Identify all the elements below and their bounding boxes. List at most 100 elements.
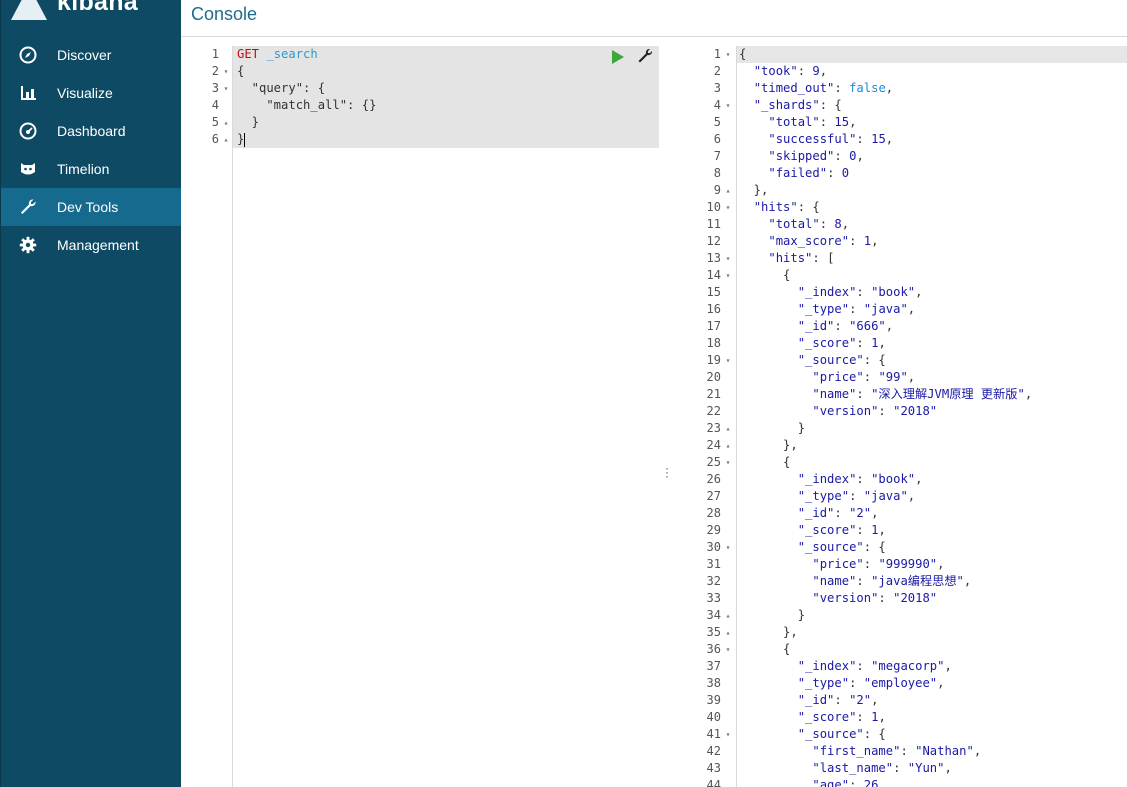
- code-line[interactable]: 3 "timed_out": false,: [675, 80, 1127, 97]
- fold-toggle-icon[interactable]: ▾: [722, 454, 734, 471]
- send-request-button[interactable]: [612, 50, 624, 64]
- code-line[interactable]: 30 ▾ "_source": {: [675, 539, 1127, 556]
- code-line[interactable]: 13 ▾ "hits": [: [675, 250, 1127, 267]
- code-line[interactable]: 1 ▾ {: [675, 46, 1127, 63]
- code-line[interactable]: 40 "_score": 1,: [675, 709, 1127, 726]
- code-line[interactable]: 41 ▾ "_source": {: [675, 726, 1127, 743]
- code-line[interactable]: 42 "first_name": "Nathan",: [675, 743, 1127, 760]
- sidebar-item-label: Timelion: [57, 161, 110, 177]
- response-editor[interactable]: 1 ▾{2 "took": 9, 3 "timed_out": false, 4 ▾ "…: [675, 46, 1127, 787]
- fold-toggle-icon[interactable]: ▾: [220, 63, 232, 80]
- code-line[interactable]: 10 ▾ "hits": {: [675, 199, 1127, 216]
- sidebar-item-dashboard[interactable]: Dashboard: [1, 112, 182, 150]
- code-line[interactable]: 19 ▾ "_source": {: [675, 352, 1127, 369]
- line-number: 14: [706, 268, 721, 282]
- code-text: "_source": {: [797, 353, 886, 367]
- sidebar-item-label: Management: [57, 237, 139, 253]
- kibana-logo[interactable]: kibana: [1, 0, 182, 22]
- code-line[interactable]: 18 "_score": 1,: [675, 335, 1127, 352]
- fold-toggle-icon[interactable]: ▴: [220, 131, 232, 148]
- code-line[interactable]: 15 "_index": "book",: [675, 284, 1127, 301]
- sidebar-item-management[interactable]: Management: [1, 226, 182, 264]
- request-actions-wrench-icon[interactable]: [637, 48, 653, 64]
- code-line[interactable]: 1 GET _search: [191, 46, 659, 63]
- code-line[interactable]: 44 "age": 26: [675, 777, 1127, 787]
- code-line[interactable]: 32 "name": "java编程思想",: [675, 573, 1127, 590]
- fold-toggle-icon[interactable]: ▾: [722, 46, 734, 63]
- request-editor[interactable]: 1 GET _search 2 ▾{3 ▾ "query": {4 "match_all…: [191, 46, 659, 787]
- code-line[interactable]: 39 "_id": "2",: [675, 692, 1127, 709]
- code-line[interactable]: 38 "_type": "employee",: [675, 675, 1127, 692]
- request-code-lines[interactable]: 1 GET _search 2 ▾{3 ▾ "query": {4 "match_all…: [191, 46, 659, 148]
- code-line[interactable]: 34 ▴ }: [675, 607, 1127, 624]
- gear-icon: [1, 236, 57, 254]
- line-number: 12: [706, 234, 721, 248]
- code-line[interactable]: 31 "price": "999990",: [675, 556, 1127, 573]
- code-text: "max_score": 1,: [768, 234, 879, 248]
- code-line[interactable]: 6 ▴}: [191, 131, 659, 148]
- code-line[interactable]: 2 ▾ {: [191, 63, 659, 80]
- fold-toggle-icon[interactable]: ▴: [722, 182, 734, 199]
- code-line[interactable]: 6 "successful": 15,: [675, 131, 1127, 148]
- line-number: 5: [713, 115, 721, 129]
- fold-toggle-icon[interactable]: ▾: [220, 80, 232, 97]
- code-line[interactable]: 20 "price": "99",: [675, 369, 1127, 386]
- code-line[interactable]: 28 "_id": "2",: [675, 505, 1127, 522]
- fold-toggle-icon[interactable]: ▴: [722, 607, 734, 624]
- response-code-lines[interactable]: 1 ▾{2 "took": 9, 3 "timed_out": false, 4 ▾ "…: [675, 46, 1127, 787]
- fold-toggle-icon[interactable]: ▾: [722, 97, 734, 114]
- code-line[interactable]: 43 "last_name": "Yun",: [675, 760, 1127, 777]
- line-number: 4: [713, 98, 721, 112]
- sidebar-item-visualize[interactable]: Visualize: [1, 74, 182, 112]
- code-text: "price": "99",: [812, 370, 916, 384]
- code-line[interactable]: 36 ▾ {: [675, 641, 1127, 658]
- sidebar-item-dev-tools[interactable]: Dev Tools: [1, 188, 182, 226]
- fold-toggle-icon[interactable]: ▴: [722, 420, 734, 437]
- fold-toggle-icon[interactable]: ▴: [220, 114, 232, 131]
- code-text: "_score": 1,: [797, 523, 886, 537]
- code-line[interactable]: 21 "name": "深入理解JVM原理 更新版",: [675, 386, 1127, 403]
- code-text: "price": "999990",: [812, 557, 945, 571]
- sidebar-item-timelion[interactable]: Timelion: [1, 150, 182, 188]
- code-line[interactable]: 9 ▴ },: [675, 182, 1127, 199]
- code-text: "_index": "megacorp",: [797, 659, 952, 673]
- code-line[interactable]: 25 ▾ {: [675, 454, 1127, 471]
- code-line[interactable]: 37 "_index": "megacorp",: [675, 658, 1127, 675]
- code-line[interactable]: 7 "skipped": 0,: [675, 148, 1127, 165]
- code-line[interactable]: 4 ▾ "_shards": {: [675, 97, 1127, 114]
- code-line[interactable]: 3 ▾ "query": {: [191, 80, 659, 97]
- code-line[interactable]: 5 "total": 15,: [675, 114, 1127, 131]
- code-line[interactable]: 4 "match_all": {}: [191, 97, 659, 114]
- fold-toggle-icon[interactable]: ▾: [722, 267, 734, 284]
- code-line[interactable]: 29 "_score": 1,: [675, 522, 1127, 539]
- code-line[interactable]: 5 ▴ }: [191, 114, 659, 131]
- code-line[interactable]: 17 "_id": "666",: [675, 318, 1127, 335]
- code-line[interactable]: 23 ▴ }: [675, 420, 1127, 437]
- line-number: 28: [706, 506, 721, 520]
- fold-toggle-icon[interactable]: ▾: [722, 250, 734, 267]
- code-line[interactable]: 11 "total": 8,: [675, 216, 1127, 233]
- fold-toggle-icon[interactable]: ▾: [722, 352, 734, 369]
- code-line[interactable]: 16 "_type": "java",: [675, 301, 1127, 318]
- code-line[interactable]: 14 ▾ {: [675, 267, 1127, 284]
- code-line[interactable]: 27 "_type": "java",: [675, 488, 1127, 505]
- fold-toggle-icon[interactable]: ▴: [722, 437, 734, 454]
- code-line[interactable]: 12 "max_score": 1,: [675, 233, 1127, 250]
- code-line[interactable]: 2 "took": 9,: [675, 63, 1127, 80]
- code-line[interactable]: 24 ▴ },: [675, 437, 1127, 454]
- code-line[interactable]: 33 "version": "2018": [675, 590, 1127, 607]
- fold-toggle-icon[interactable]: ▾: [722, 539, 734, 556]
- fold-toggle-icon[interactable]: ▾: [722, 641, 734, 658]
- code-line[interactable]: 8 "failed": 0: [675, 165, 1127, 182]
- fold-toggle-icon[interactable]: ▾: [722, 199, 734, 216]
- code-line[interactable]: 35 ▴ },: [675, 624, 1127, 641]
- code-line[interactable]: 26 "_index": "book",: [675, 471, 1127, 488]
- sidebar-item-discover[interactable]: Discover: [1, 36, 182, 74]
- code-line[interactable]: 22 "version": "2018": [675, 403, 1127, 420]
- line-number: 33: [706, 591, 721, 605]
- line-number: 22: [706, 404, 721, 418]
- line-number: 34: [706, 608, 721, 622]
- fold-toggle-icon[interactable]: ▾: [722, 726, 734, 743]
- fold-toggle-icon[interactable]: ▴: [722, 624, 734, 641]
- panel-resizer[interactable]: · · ·: [663, 46, 671, 787]
